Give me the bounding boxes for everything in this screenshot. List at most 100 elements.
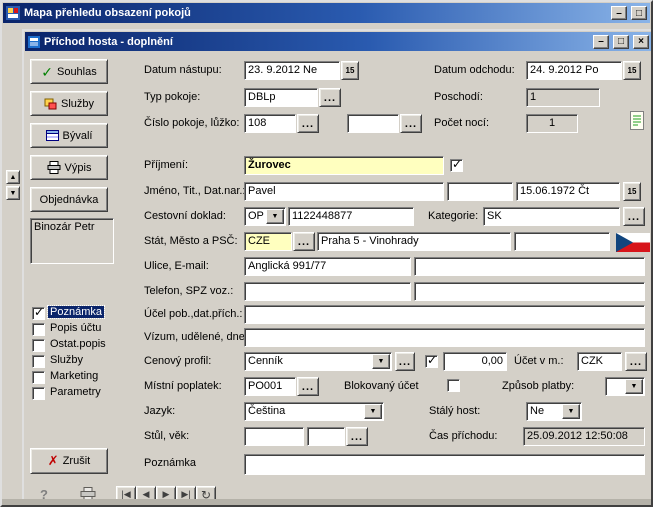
street-field[interactable]: Anglická 991/77 bbox=[244, 257, 411, 276]
chevron-down-icon[interactable]: ▼ bbox=[372, 354, 390, 369]
app-icon bbox=[6, 6, 20, 20]
price-profile-dropdown[interactable]: Cenník ▼ bbox=[244, 352, 392, 371]
surname-field[interactable]: Žurovec bbox=[244, 156, 444, 175]
local-fee-ellipsis-button[interactable]: ... bbox=[297, 377, 319, 396]
former-guests-button-label: Bývalí bbox=[63, 130, 93, 142]
window-bottom-edge bbox=[2, 499, 651, 505]
confirm-button[interactable]: ✓ Souhlas bbox=[30, 59, 108, 84]
outer-titlebar[interactable]: Mapa přehledu obsazení pokojů – □ bbox=[3, 3, 650, 23]
sidebar-checkbox-poznamka-label[interactable]: Poznámka bbox=[48, 306, 104, 318]
sidebar-checkbox-popis-uctu[interactable] bbox=[32, 323, 45, 336]
city-field[interactable]: Praha 5 - Vinohrady bbox=[317, 232, 511, 251]
account-currency-field[interactable]: CZK bbox=[577, 352, 622, 371]
room-type-ellipsis-button[interactable]: ... bbox=[319, 88, 341, 107]
table-ellipsis-button[interactable]: ... bbox=[346, 427, 368, 446]
chevron-down-icon[interactable]: ▼ bbox=[625, 379, 643, 394]
order-button-label: Objednávka bbox=[40, 194, 99, 206]
room-number-ellipsis-button[interactable]: ... bbox=[297, 114, 319, 133]
local-fee-field[interactable]: PO001 bbox=[244, 377, 296, 396]
category-field[interactable]: SK bbox=[483, 207, 620, 226]
dialog-close-button[interactable]: × bbox=[633, 35, 649, 49]
blocked-account-label: Blokovaný účet bbox=[344, 380, 419, 392]
sidebar-checkbox-sluzby-label[interactable]: Služby bbox=[48, 354, 85, 366]
sidebar-checkbox-parametry[interactable] bbox=[32, 387, 45, 400]
country-ellipsis-button[interactable]: ... bbox=[293, 232, 315, 251]
surname-checkbox[interactable] bbox=[450, 159, 463, 172]
regular-guest-dropdown[interactable]: Ne▼ bbox=[526, 402, 582, 421]
birthdate-field[interactable]: 15.06.1972 Čt bbox=[516, 182, 620, 201]
calendar-icon: 15 bbox=[346, 66, 355, 75]
sidebar-checkbox-sluzby[interactable] bbox=[32, 355, 45, 368]
chevron-down-icon[interactable]: ▼ bbox=[364, 404, 382, 419]
price-profile-ellipsis-button[interactable]: ... bbox=[395, 352, 415, 371]
bed-number-field[interactable] bbox=[347, 114, 399, 133]
former-guests-button[interactable]: Bývalí bbox=[30, 123, 108, 148]
notes-icon[interactable] bbox=[628, 110, 646, 135]
sidebar-checkbox-parametry-label[interactable]: Parametry bbox=[48, 386, 103, 398]
account-currency-ellipsis-button[interactable]: ... bbox=[625, 352, 647, 371]
room-type-field[interactable]: DBLp bbox=[244, 88, 318, 107]
scroll-up-button[interactable]: ▲ bbox=[6, 170, 20, 184]
price-profile-checkbox[interactable] bbox=[425, 355, 438, 368]
document-type-dropdown[interactable]: OP▼ bbox=[244, 207, 286, 226]
ellipsis-icon: ... bbox=[324, 94, 336, 102]
departure-calendar-button[interactable]: 15 bbox=[623, 61, 641, 80]
calendar-icon: 15 bbox=[628, 66, 637, 75]
departure-date-field[interactable]: 24. 9.2012 Po bbox=[526, 61, 622, 80]
services-button[interactable]: Služby bbox=[30, 91, 108, 116]
visa-field[interactable] bbox=[244, 328, 645, 347]
services-icon bbox=[44, 97, 57, 110]
sidebar-checkbox-marketing[interactable] bbox=[32, 371, 45, 384]
check-icon: ✓ bbox=[41, 67, 53, 77]
age-field[interactable] bbox=[307, 427, 345, 446]
room-number-field[interactable]: 108 bbox=[244, 114, 296, 133]
sidebar-checkbox-poznamka[interactable] bbox=[32, 307, 45, 320]
sidebar-checkbox-popis-uctu-label[interactable]: Popis účtu bbox=[48, 322, 103, 334]
bed-number-ellipsis-button[interactable]: ... bbox=[400, 114, 422, 133]
printout-button[interactable]: Výpis bbox=[30, 155, 108, 180]
price-profile-value: Cenník bbox=[248, 355, 283, 367]
price-amount-field[interactable]: 0,00 bbox=[443, 352, 507, 371]
document-type-value: OP bbox=[248, 210, 264, 222]
language-dropdown[interactable]: Čeština▼ bbox=[244, 402, 384, 421]
dialog-minimize-button[interactable]: – bbox=[593, 35, 609, 49]
ellipsis-icon: ... bbox=[630, 358, 642, 366]
sidebar-checkbox-ostat-popis[interactable] bbox=[32, 339, 45, 352]
visa-label: Vízum, udělené, dne: bbox=[144, 331, 248, 343]
outer-maximize-button[interactable]: □ bbox=[631, 6, 647, 20]
purpose-field[interactable] bbox=[244, 305, 645, 324]
regular-guest-label: Stálý host: bbox=[429, 405, 480, 417]
note-field[interactable] bbox=[244, 454, 645, 475]
document-number-field[interactable]: 1122448877 bbox=[288, 207, 414, 226]
category-ellipsis-button[interactable]: ... bbox=[623, 207, 645, 226]
dialog-maximize-button[interactable]: □ bbox=[613, 35, 629, 49]
sidebar-checkbox-marketing-label[interactable]: Marketing bbox=[48, 370, 100, 382]
cancel-button[interactable]: ✗ Zrušit bbox=[30, 448, 108, 474]
blocked-account-checkbox[interactable] bbox=[447, 379, 460, 392]
country-field[interactable]: CZE bbox=[244, 232, 292, 251]
minimize-icon: – bbox=[598, 36, 604, 47]
phone-field[interactable] bbox=[244, 282, 411, 301]
chevron-down-icon[interactable]: ▼ bbox=[266, 209, 284, 224]
outer-minimize-button[interactable]: – bbox=[611, 6, 627, 20]
chevron-down-icon[interactable]: ▼ bbox=[562, 404, 580, 419]
arrival-date-field[interactable]: 23. 9.2012 Ne bbox=[244, 61, 340, 80]
table-field[interactable] bbox=[244, 427, 304, 446]
nights-field: 1 bbox=[526, 114, 578, 133]
payment-method-dropdown[interactable]: ▼ bbox=[605, 377, 645, 396]
licence-plate-field[interactable] bbox=[414, 282, 645, 301]
ellipsis-icon: ... bbox=[302, 383, 314, 391]
room-type-label: Typ pokoje: bbox=[144, 91, 200, 103]
zip-field[interactable] bbox=[514, 232, 610, 251]
arrival-calendar-button[interactable]: 15 bbox=[341, 61, 359, 80]
scroll-down-button[interactable]: ▼ bbox=[6, 186, 20, 200]
sidebar-checkbox-ostat-popis-label[interactable]: Ostat.popis bbox=[48, 338, 108, 350]
dialog-titlebar[interactable]: Příchod hosta - doplnění – □ × bbox=[25, 32, 652, 51]
birthdate-calendar-button[interactable]: 15 bbox=[623, 182, 641, 201]
firstname-field[interactable]: Pavel bbox=[244, 182, 444, 201]
ellipsis-icon: ... bbox=[298, 238, 310, 246]
order-button[interactable]: Objednávka bbox=[30, 187, 108, 212]
title-field[interactable] bbox=[447, 182, 513, 201]
list-icon bbox=[46, 129, 59, 142]
email-field[interactable] bbox=[414, 257, 645, 276]
